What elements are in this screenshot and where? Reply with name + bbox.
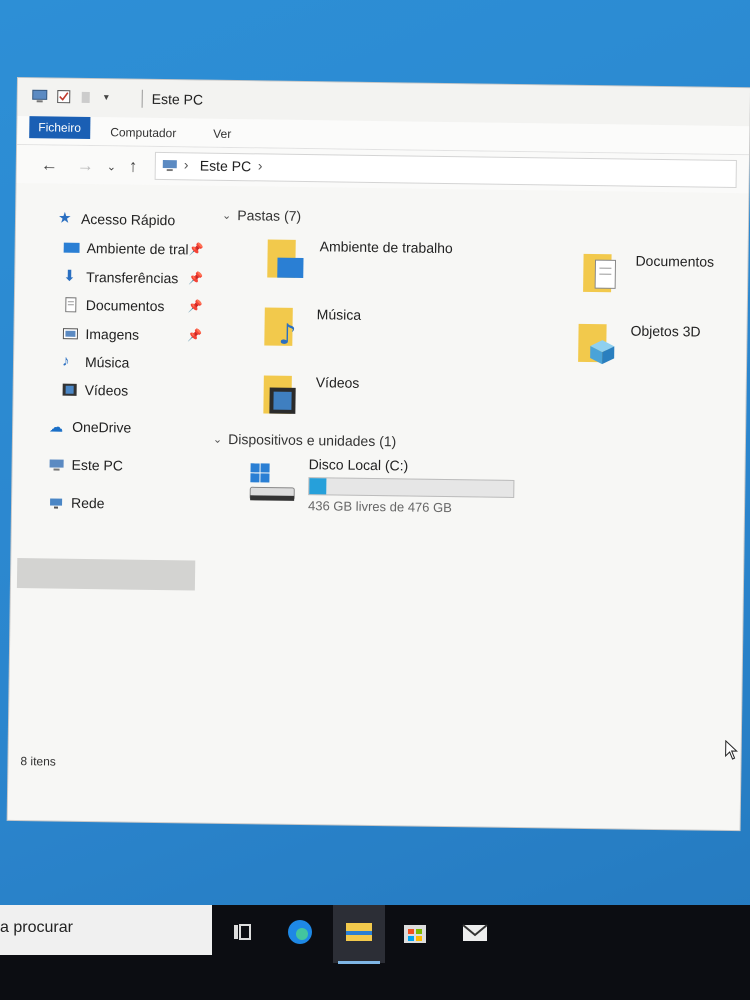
tab-computer[interactable]: Computador: [102, 122, 184, 143]
taskbar-search-box[interactable]: a procurar: [0, 905, 212, 955]
nav-item-downloads[interactable]: ⬇ Transferências 📌: [63, 265, 203, 291]
window-title: Este PC: [151, 90, 204, 108]
music-folder-icon: ♪: [264, 307, 297, 350]
breadcrumb-chevron-icon[interactable]: ›: [258, 157, 263, 173]
pin-icon[interactable]: 📌: [188, 299, 203, 313]
up-arrow-icon[interactable]: ↑: [129, 157, 138, 177]
drive-free-space: 436 GB livres de 476 GB: [307, 498, 452, 516]
cloud-icon: ☁: [49, 418, 64, 435]
nav-label: Documentos: [85, 296, 165, 315]
forward-arrow-icon[interactable]: →: [77, 156, 94, 176]
documents-folder-icon: [583, 253, 617, 293]
nav-item-documents[interactable]: Documentos 📌: [63, 293, 203, 319]
folder-item-documents[interactable]: Documentos: [581, 250, 750, 314]
hard-drive-icon: [249, 463, 295, 501]
devices-group-header[interactable]: ⌄ Dispositivos e unidades (1): [213, 430, 397, 450]
back-arrow-icon[interactable]: ←: [41, 155, 58, 175]
download-icon: ⬇: [63, 267, 76, 285]
drive-name: Disco Local (C:): [308, 456, 409, 474]
desktop-folder-icon: [267, 239, 304, 279]
nav-label: Transferências: [86, 268, 179, 287]
drive-item-local-disk[interactable]: Disco Local (C:) 436 GB livres de 476 GB: [248, 455, 529, 523]
chevron-down-icon[interactable]: ⌄: [213, 432, 222, 445]
star-icon: ★: [57, 209, 72, 227]
svg-text:♪: ♪: [278, 318, 296, 350]
desktop-icon: [63, 242, 80, 253]
recent-locations-icon[interactable]: ⌄: [107, 160, 116, 173]
nav-label: Este PC: [71, 456, 124, 474]
taskbar-active-indicator: [338, 961, 380, 964]
nav-quick-access[interactable]: ★ Acesso Rápido: [58, 207, 175, 233]
breadcrumb-chevron-icon[interactable]: ›: [184, 156, 189, 172]
video-icon: [62, 383, 77, 396]
drive-usage-bar: [308, 477, 515, 498]
nav-item-onedrive[interactable]: ☁ OneDrive: [49, 414, 131, 439]
folder-item-music[interactable]: ♪ Música: [262, 303, 523, 367]
videos-folder-icon: [263, 375, 296, 414]
folder-item-videos[interactable]: Vídeos: [261, 371, 522, 435]
drive-usage-fill: [309, 478, 327, 495]
customize-toolbar-icon[interactable]: ▾: [104, 92, 109, 103]
computer-icon[interactable]: [32, 89, 48, 103]
folders-group-header[interactable]: ⌄ Pastas (7): [222, 207, 301, 224]
nav-item-videos[interactable]: Vídeos: [61, 378, 128, 403]
quick-access-toolbar: ▾: [32, 87, 109, 106]
nav-selection-highlight: [16, 558, 196, 591]
nav-label: Imagens: [85, 325, 140, 343]
edge-icon[interactable]: [285, 917, 315, 947]
folder-label: Ambiente de trabalho: [319, 238, 453, 257]
file-explorer-icon[interactable]: [344, 917, 374, 947]
folder-item-desktop[interactable]: Ambiente de trabalho: [265, 235, 526, 299]
navigation-pane: ★ Acesso Rápido Ambiente de tral 📌 ⬇ Tra…: [8, 190, 206, 763]
content-pane: ⌄ Pastas (7) Ambiente de trabalho Docume…: [205, 193, 743, 760]
nav-label: Rede: [70, 494, 105, 512]
store-icon[interactable]: [400, 917, 430, 947]
music-icon: ♪: [61, 352, 70, 370]
task-view-icon[interactable]: [228, 917, 258, 947]
network-icon: [50, 498, 63, 509]
pin-icon[interactable]: 📌: [189, 242, 204, 256]
properties-icon[interactable]: [56, 90, 72, 104]
nav-item-desktop[interactable]: Ambiente de tral 📌: [63, 236, 204, 262]
title-separator: [141, 89, 143, 108]
folder-label: Vídeos: [315, 374, 360, 391]
nav-item-network[interactable]: Rede: [48, 490, 105, 515]
folder-item-3d-objects[interactable]: Objetos 3D: [576, 320, 750, 384]
nav-label: Ambiente de tral: [86, 239, 189, 258]
computer-icon: [49, 459, 64, 471]
group-label: Dispositivos e unidades (1): [228, 430, 397, 450]
pin-icon[interactable]: 📌: [187, 328, 202, 342]
document-icon: [65, 297, 77, 313]
search-placeholder: a procurar: [0, 919, 73, 936]
mouse-cursor-icon: [725, 739, 738, 760]
tab-view[interactable]: Ver: [205, 124, 239, 144]
nav-item-this-pc[interactable]: Este PC: [48, 452, 123, 477]
folder-label: Documentos: [635, 252, 715, 270]
nav-item-pictures[interactable]: Imagens 📌: [62, 322, 203, 348]
breadcrumb-this-pc[interactable]: Este PC: [200, 158, 252, 175]
taskbar: a procurar: [0, 905, 750, 1000]
nav-label: Música: [84, 353, 130, 371]
image-icon: [62, 328, 79, 340]
file-explorer-window: ▾ Este PC Ficheiro Computador Ver ← → ⌄ …: [7, 78, 750, 831]
3d-objects-folder-icon: [578, 323, 615, 365]
chevron-down-icon[interactable]: ⌄: [222, 208, 231, 221]
tab-file[interactable]: Ficheiro: [29, 116, 91, 140]
folder-label: Música: [316, 306, 362, 323]
nav-label: Vídeos: [84, 381, 129, 399]
computer-icon: [162, 160, 177, 172]
address-bar[interactable]: › Este PC ›: [154, 151, 737, 189]
status-bar-item-count: 8 itens: [20, 754, 56, 769]
mail-icon[interactable]: [460, 917, 490, 947]
nav-label: OneDrive: [72, 418, 132, 436]
nav-item-music[interactable]: ♪ Música: [62, 350, 130, 375]
new-folder-icon[interactable]: [80, 90, 96, 104]
pin-icon[interactable]: 📌: [188, 271, 203, 285]
group-label: Pastas (7): [237, 207, 302, 224]
nav-label: Acesso Rápido: [80, 210, 176, 229]
folder-label: Objetos 3D: [630, 322, 701, 340]
